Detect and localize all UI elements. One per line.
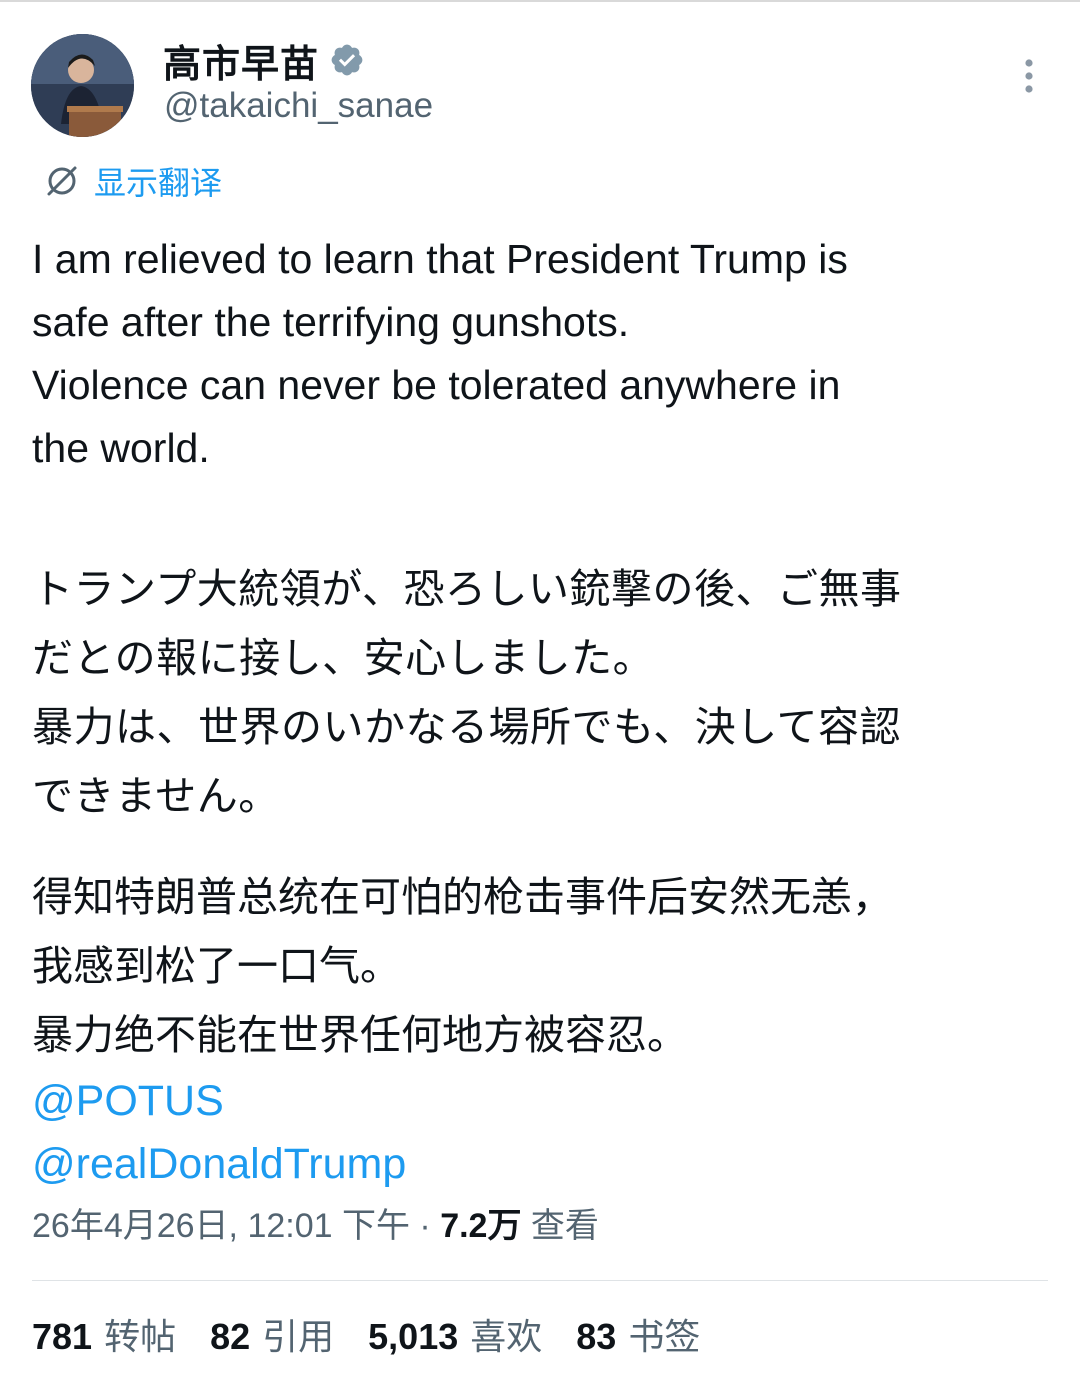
stats-divider <box>32 1280 1048 1281</box>
show-translation-button[interactable]: 显示翻译 <box>44 158 222 204</box>
show-translation-label: 显示翻译 <box>94 165 223 201</box>
tweet-line: 我感到松了一口气。 <box>32 943 401 989</box>
tweet-line: the world. <box>32 425 210 471</box>
tweet-timestamp[interactable]: 26年4月26日, 12:01 下午 <box>32 1207 410 1245</box>
stat-label: 喜欢 <box>470 1316 543 1357</box>
stat-reposts[interactable]: 781 转帖 <box>32 1308 176 1360</box>
mention-link-potus[interactable]: @POTUS <box>32 1070 1047 1133</box>
top-divider <box>0 0 1080 2</box>
author-display-name[interactable]: 高市早苗 <box>163 33 319 88</box>
vertical-ellipsis-icon[interactable] <box>1014 56 1044 96</box>
stat-count: 5,013 <box>368 1316 459 1357</box>
verified-badge-icon <box>331 44 363 76</box>
stat-label: 转帖 <box>104 1316 177 1357</box>
tweet-line: 暴力绝不能在世界任何地方被容忍。 <box>32 1012 688 1058</box>
stat-count: 781 <box>32 1316 93 1357</box>
stat-count: 82 <box>210 1316 251 1357</box>
stat-label: 引用 <box>262 1316 335 1357</box>
tweet-line: 得知特朗普总统在可怕的枪击事件后安然无恙， <box>32 874 893 920</box>
tweet-line: できません。 <box>32 773 280 819</box>
views-count: 7.2万 <box>440 1207 522 1245</box>
translate-icon <box>47 166 77 196</box>
tweet-text-english: I am relieved to learn that President Tr… <box>32 228 1047 480</box>
stat-label: 书签 <box>628 1316 701 1357</box>
tweet-text-chinese: 得知特朗普总统在可怕的枪击事件后安然无恙， 我感到松了一口气。 暴力绝不能在世界… <box>32 863 1047 1070</box>
stat-quotes[interactable]: 82 引用 <box>210 1308 334 1360</box>
tweet-line: だとの報に接し、安心しました。 <box>32 635 655 681</box>
stat-likes[interactable]: 5,013 喜欢 <box>368 1308 542 1360</box>
tweet-line: I am relieved to learn that President Tr… <box>32 236 848 282</box>
tweet-text: I am relieved to learn that President Tr… <box>32 228 1047 1196</box>
stat-count: 83 <box>576 1316 617 1357</box>
author-handle[interactable]: @takaichi_sanae <box>164 86 433 126</box>
engagement-stats: 781 转帖 82 引用 5,013 喜欢 83 书签 <box>32 1308 734 1360</box>
mention-link-realdonaldtrump[interactable]: @realDonaldTrump <box>32 1133 1047 1196</box>
meta-separator: · <box>409 1207 441 1245</box>
tweet-text-japanese: トランプ大統領が、恐ろしい銃撃の後、ご無事 だとの報に接し、安心しました。 暴力… <box>32 555 1047 831</box>
tweet-line: 暴力は、世界のいかなる場所でも、決して容認 <box>32 704 902 750</box>
tweet-meta: 26年4月26日, 12:01 下午 · 7.2万 查看 <box>32 1198 599 1247</box>
tweet-line: トランプ大統領が、恐ろしい銃撃の後、ご無事 <box>32 566 902 612</box>
avatar[interactable] <box>31 34 134 137</box>
tweet-line: safe after the terrifying gunshots. <box>32 299 630 345</box>
stat-bookmarks[interactable]: 83 书签 <box>576 1308 700 1360</box>
tweet-line: Violence can never be tolerated anywhere… <box>32 362 841 408</box>
views-label: 查看 <box>530 1207 599 1245</box>
